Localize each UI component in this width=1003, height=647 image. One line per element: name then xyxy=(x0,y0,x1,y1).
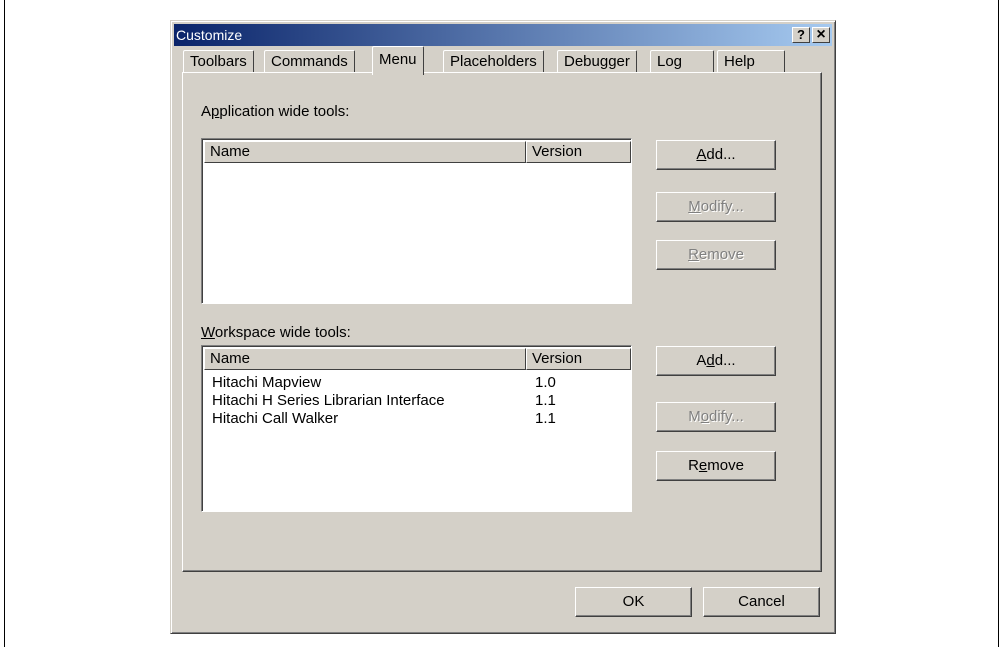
table-row[interactable]: Hitachi Mapview 1.0 xyxy=(204,374,629,392)
column-header-name[interactable]: Name xyxy=(204,141,526,163)
page-frame-right xyxy=(998,0,999,647)
tab-toolbars[interactable]: Toolbars xyxy=(183,50,254,73)
workspace-remove-button[interactable]: Remove xyxy=(656,451,776,481)
application-add-button[interactable]: Add... xyxy=(656,140,776,170)
tab-placeholders[interactable]: Placeholders xyxy=(443,50,544,73)
tab-help[interactable]: Help xyxy=(717,50,785,73)
title-bar[interactable]: Customize ? × xyxy=(174,24,832,46)
tool-version: 1.1 xyxy=(535,410,556,427)
workspace-tools-label: Workspace wide tools: xyxy=(201,324,351,341)
column-header-version[interactable]: Version xyxy=(526,141,631,163)
column-header-name[interactable]: Name xyxy=(204,348,526,370)
close-button[interactable]: × xyxy=(812,27,830,43)
workspace-tools-list[interactable]: Name Version Hitachi Mapview 1.0 Hitachi… xyxy=(201,345,632,512)
tool-name: Hitachi H Series Librarian Interface xyxy=(212,392,445,409)
column-header-version[interactable]: Version xyxy=(526,348,631,370)
table-row[interactable]: Hitachi H Series Librarian Interface 1.1 xyxy=(204,392,629,410)
tab-commands[interactable]: Commands xyxy=(264,50,355,73)
tool-version: 1.1 xyxy=(535,392,556,409)
application-tools-label: Application wide tools: xyxy=(201,103,350,120)
workspace-modify-button[interactable]: Modify... xyxy=(656,402,776,432)
cancel-button[interactable]: Cancel xyxy=(703,587,820,617)
list-header: Name Version xyxy=(204,348,631,370)
tool-name: Hitachi Mapview xyxy=(212,374,322,391)
application-remove-button[interactable]: Remove xyxy=(656,240,776,270)
page-frame-left xyxy=(4,0,5,647)
tab-menu[interactable]: Menu xyxy=(372,46,424,75)
workspace-add-button[interactable]: Add... xyxy=(656,346,776,376)
application-modify-button[interactable]: Modify... xyxy=(656,192,776,222)
help-button[interactable]: ? xyxy=(792,27,810,43)
list-header: Name Version xyxy=(204,141,631,163)
tool-version: 1.0 xyxy=(535,374,556,391)
table-row[interactable]: Hitachi Call Walker 1.1 xyxy=(204,410,629,428)
tool-name: Hitachi Call Walker xyxy=(212,410,339,427)
ok-button[interactable]: OK xyxy=(575,587,692,617)
window-title: Customize xyxy=(176,27,243,43)
tab-log[interactable]: Log xyxy=(650,50,714,73)
tab-debugger[interactable]: Debugger xyxy=(557,50,637,73)
application-tools-list[interactable]: Name Version xyxy=(201,138,632,304)
